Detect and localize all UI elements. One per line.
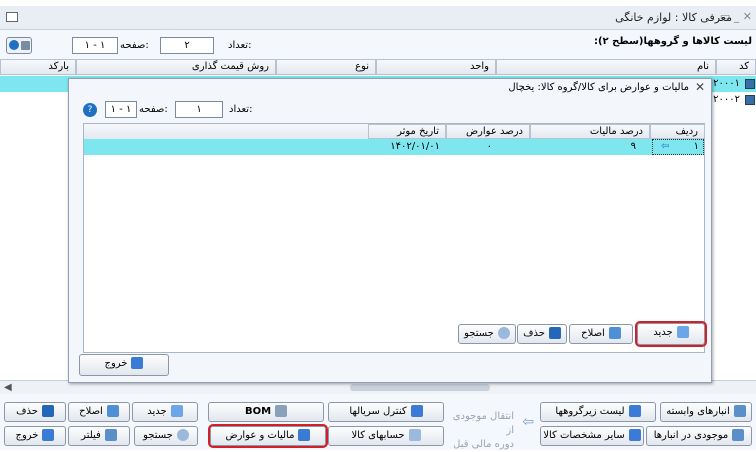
linked-warehouses-button[interactable]: انبارهای وابسته	[660, 402, 752, 422]
print-icon[interactable]	[21, 41, 30, 50]
exit-icon	[131, 357, 144, 369]
page-field: ۱ - ۱	[72, 37, 118, 54]
new-button[interactable]: جدید	[132, 402, 198, 422]
new-icon	[170, 405, 183, 417]
count-field: ۲	[160, 37, 214, 54]
dialog-new-button[interactable]: جدید	[635, 321, 707, 347]
dialog-delete-button[interactable]: حذف	[517, 324, 567, 344]
row-code: ۲۰۰۰۱	[713, 78, 740, 89]
delete-button[interactable]: حذف	[4, 402, 66, 422]
item-accounts-button[interactable]: حسابهای کالا	[328, 426, 444, 446]
tax-and-duties-button[interactable]: مالیات و عوارض	[208, 424, 328, 448]
transfer-icon: ⇦	[522, 414, 534, 430]
search-icon	[497, 327, 510, 339]
main-grid-body	[712, 108, 756, 380]
edit-button[interactable]: اصلاح	[68, 402, 130, 422]
accounts-icon	[408, 429, 421, 441]
specs-icon	[628, 429, 641, 441]
col-code[interactable]: کد	[716, 59, 756, 75]
edit-icon	[106, 405, 119, 417]
col-row[interactable]: ردیف	[650, 124, 705, 139]
delete-icon	[548, 327, 561, 339]
bom-button[interactable]: BOM	[208, 402, 324, 422]
scroll-thumb[interactable]	[350, 384, 490, 391]
scroll-left-icon[interactable]: ◀	[4, 382, 12, 393]
help-print-buttons[interactable]	[6, 37, 32, 54]
exit-icon	[42, 429, 55, 441]
table-row-highlight	[0, 76, 68, 92]
filter-icon	[104, 429, 117, 441]
col-tax[interactable]: درصد مالیات	[530, 124, 650, 139]
col-date[interactable]: تاریخ موثر	[368, 124, 446, 139]
list-icon	[628, 405, 641, 417]
transfer-stock-button[interactable]: ⇦ انتقال موجودی از دوره مالی قبل	[444, 402, 538, 450]
stock-icon	[732, 429, 745, 441]
delete-icon	[41, 405, 54, 417]
close-icon[interactable]: ✕	[695, 80, 705, 94]
col-unit[interactable]: واحد	[376, 59, 496, 75]
tax-dialog: ✕ مالیات و عوارض برای کالا/گروه کالا: یخ…	[68, 78, 712, 383]
dialog-title-bar: ✕ مالیات و عوارض برای کالا/گروه کالا: یخ…	[69, 79, 711, 99]
col-duty[interactable]: درصد عوارض	[446, 124, 530, 139]
tax-grid: تاریخ موثر درصد عوارض درصد مالیات ردیف ۱…	[83, 123, 705, 353]
dialog-page-field: ۱ - ۱	[105, 101, 137, 118]
search-button[interactable]: جستجو	[134, 426, 198, 446]
search-icon	[176, 429, 189, 441]
window-title: معرفی کالا : لوازم خانگی	[615, 11, 732, 24]
subgroups-list-button[interactable]: لیست زیرگروهها	[540, 402, 656, 422]
edit-icon	[608, 327, 621, 339]
count-label: تعداد:	[228, 40, 252, 51]
col-name[interactable]: نام	[496, 59, 716, 75]
main-grid-body	[0, 76, 68, 380]
item-icon	[745, 95, 755, 105]
warehouse-icon	[733, 405, 746, 417]
title-bar: ✕ _ ▭ معرفی کالا : لوازم خانگی	[0, 6, 756, 30]
cell-tax: ۹	[630, 141, 636, 152]
serial-control-button[interactable]: کنترل سریالها	[328, 402, 444, 422]
help-icon[interactable]	[9, 40, 19, 50]
dialog-count-label: تعداد:	[229, 104, 253, 115]
cell-row[interactable]: ⇦ ۱	[652, 139, 704, 155]
window-icon	[6, 12, 18, 22]
dialog-title: مالیات و عوارض برای کالا/گروه کالا: یخچا…	[508, 82, 689, 93]
col-pricing[interactable]: روش قیمت گذاری	[76, 59, 276, 75]
cell-duty: ۰	[486, 141, 492, 152]
filter-button[interactable]: فیلتر	[68, 426, 130, 446]
row-code: ۲۰۰۰۲	[713, 94, 740, 105]
main-window: ✕ _ ▭ معرفی کالا : لوازم خانگی لیست کالا…	[0, 0, 756, 450]
dialog-page-label: صفحه:	[139, 104, 168, 115]
other-specs-button[interactable]: سایر مشخصات کالا	[540, 426, 644, 446]
row-number: ۱	[693, 141, 699, 152]
help-icon[interactable]: ?	[83, 103, 97, 117]
current-row-icon: ⇦	[661, 141, 670, 152]
serial-icon	[410, 405, 423, 417]
stock-in-warehouses-button[interactable]: موجودی در انبارها	[646, 426, 752, 446]
dialog-count-field: ۱	[175, 101, 223, 118]
new-icon	[676, 326, 689, 338]
list-label: لیست کالاها و گروهها(سطح ۲):	[593, 36, 752, 47]
bom-icon	[275, 405, 288, 417]
exit-button[interactable]: خروج	[4, 426, 66, 446]
col-type[interactable]: نوع	[276, 59, 376, 75]
dialog-exit-button[interactable]: خروج	[79, 354, 169, 376]
item-icon	[745, 79, 755, 89]
dialog-edit-button[interactable]: اصلاح	[569, 324, 633, 344]
col-barcode[interactable]: بارکد	[0, 59, 76, 75]
dialog-search-button[interactable]: جستجو	[458, 324, 516, 344]
cell-date: ۱۴۰۲/۰۱/۰۱	[390, 141, 440, 152]
page-label: صفحه:	[120, 40, 149, 51]
tax-icon	[298, 429, 311, 441]
